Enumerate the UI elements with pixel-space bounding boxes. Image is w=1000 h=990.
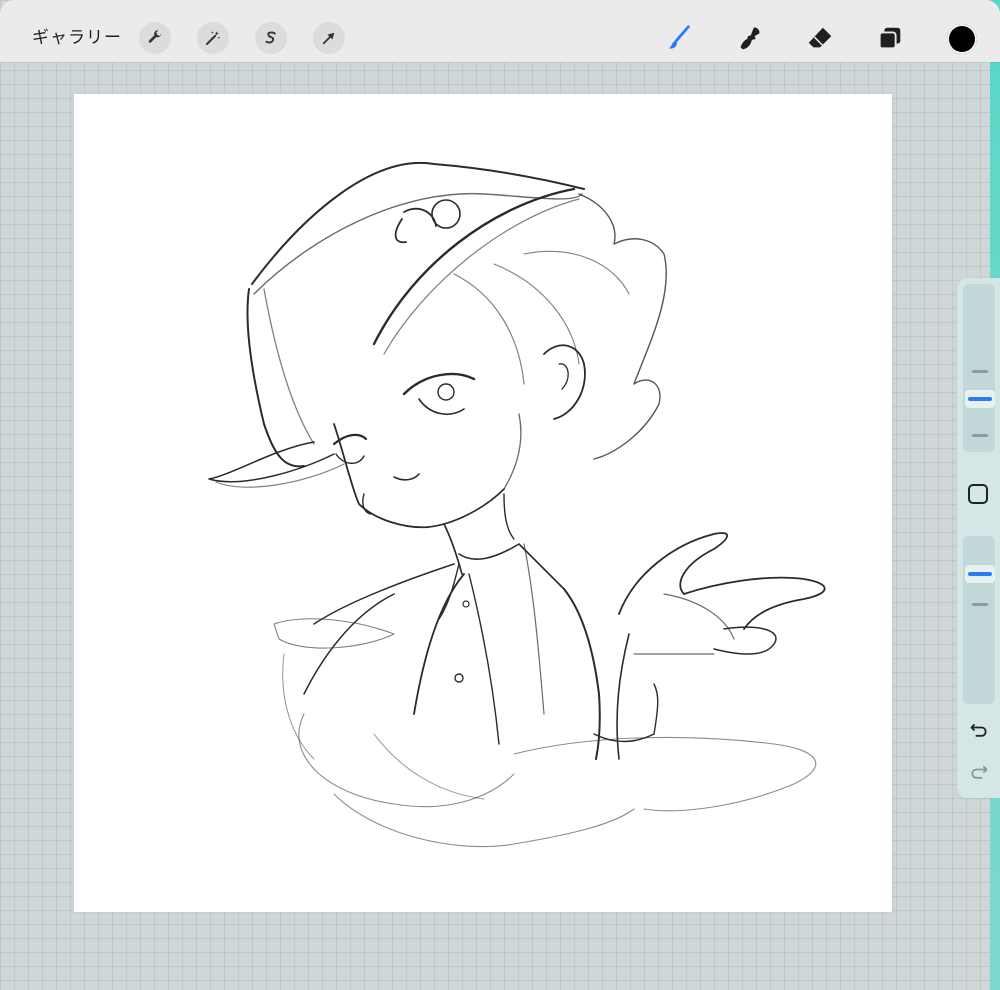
eraser-icon [808, 27, 832, 48]
brush-tool-button[interactable] [661, 20, 697, 56]
redo-button[interactable] [967, 760, 991, 784]
selection-s-icon [265, 31, 276, 44]
slider-tick [972, 370, 988, 373]
adjustments-button[interactable] [197, 22, 229, 54]
undo-arrow-icon [970, 724, 987, 737]
undo-button[interactable] [967, 718, 991, 742]
modify-button[interactable] [968, 484, 988, 504]
wrench-icon [148, 30, 162, 43]
top-toolbar: ギャラリー [0, 0, 1000, 62]
opacity-slider[interactable] [963, 536, 995, 704]
brush-size-indicator [968, 397, 992, 401]
color-picker-button[interactable] [947, 24, 977, 54]
actions-button[interactable] [139, 22, 171, 54]
slider-tick [972, 434, 988, 437]
transform-arrow-icon [322, 32, 335, 45]
eraser-tool-button[interactable] [802, 20, 838, 56]
slider-tick [972, 603, 988, 606]
magic-wand-icon [206, 31, 221, 45]
gallery-button[interactable]: ギャラリー [32, 24, 122, 52]
drawing-canvas[interactable] [74, 94, 892, 912]
layers-icon [878, 27, 901, 50]
brush-size-slider[interactable] [963, 284, 995, 452]
transform-button[interactable] [313, 22, 345, 54]
redo-arrow-icon [971, 766, 988, 779]
opacity-indicator [968, 572, 992, 576]
brush-icon [668, 25, 690, 49]
sketch-artwork [208, 161, 826, 848]
smudge-icon [740, 27, 760, 50]
sidebar-controls [957, 278, 1000, 798]
smudge-tool-button[interactable] [732, 20, 768, 56]
layers-button[interactable] [872, 20, 908, 56]
selection-button[interactable] [255, 22, 287, 54]
